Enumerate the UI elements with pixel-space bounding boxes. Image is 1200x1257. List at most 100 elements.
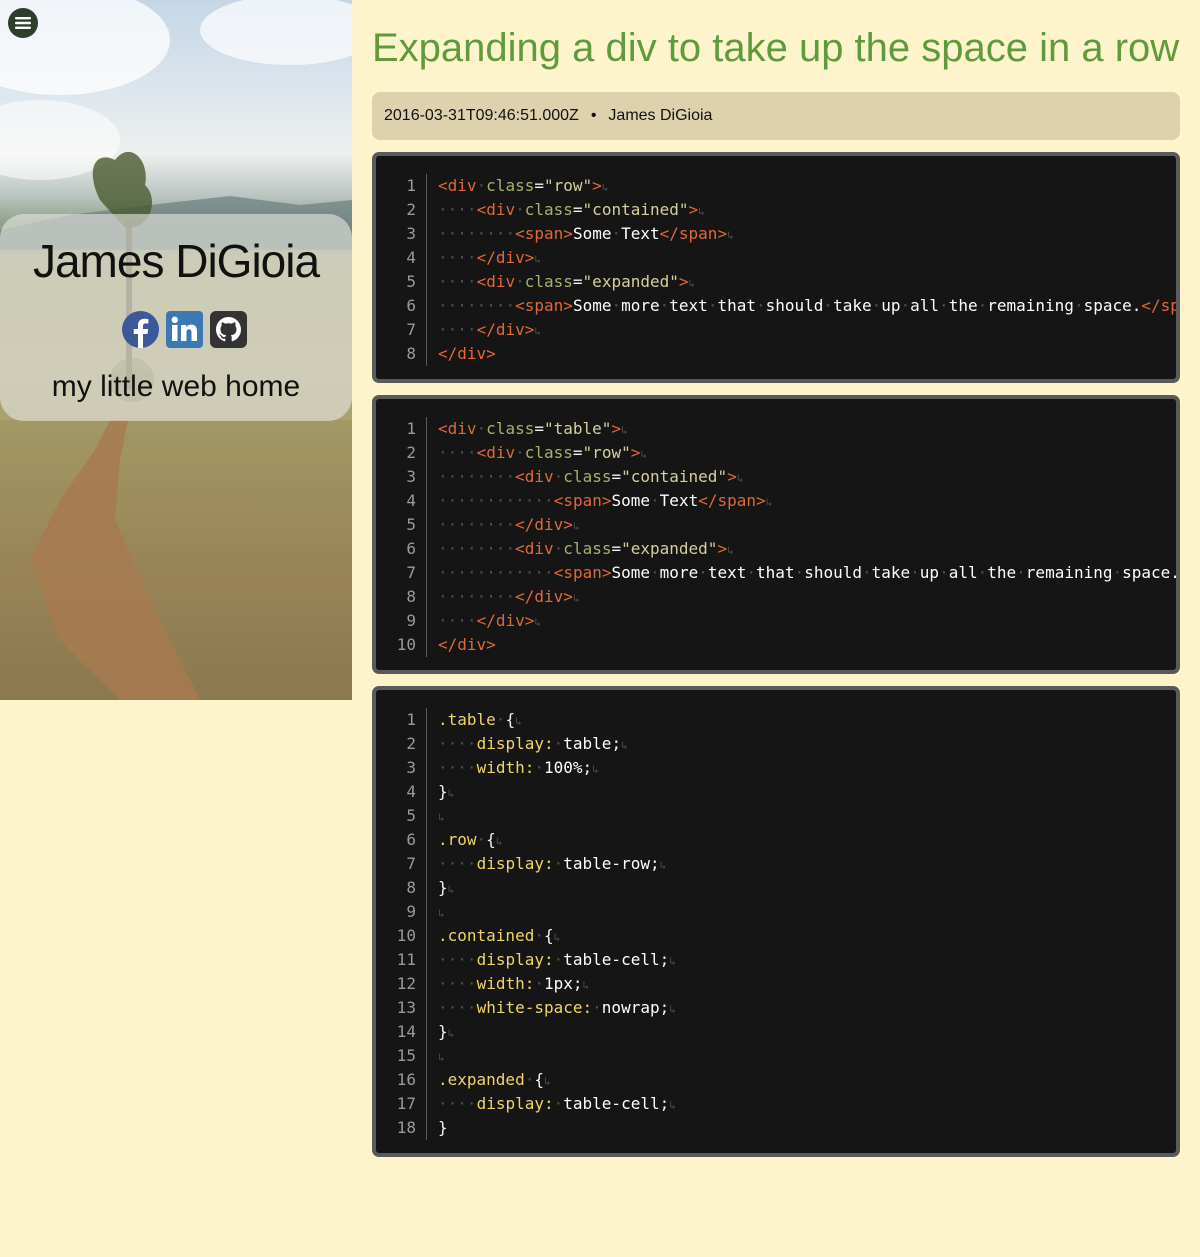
facebook-link[interactable] — [122, 311, 159, 348]
line-number: 10 — [376, 924, 427, 948]
github-icon — [210, 311, 247, 348]
post-meta: 2016-03-31T09:46:51.000Z • James DiGioia — [372, 92, 1180, 140]
code-line: 7 ····</div>↳ — [376, 318, 1176, 342]
line-number: 1 — [376, 417, 427, 441]
code-text: ········<div·class="expanded">↳ — [438, 539, 734, 558]
code-text: </div> — [438, 344, 496, 363]
code-line: 6 ········<span>Some·more·text·that·shoul… — [376, 294, 1176, 318]
code-text: ····display:·table-cell;↳ — [438, 950, 676, 969]
code-line: 3 ····width:·100%;↳ — [376, 756, 1176, 780]
code-text: ········</div>↳ — [438, 587, 580, 606]
line-number: 4 — [376, 780, 427, 804]
code-line: 3 ········<span>Some·Text</span>↳ — [376, 222, 1176, 246]
code-line: 2 ····<div·class="row">↳ — [376, 441, 1176, 465]
code-line: 2 ····<div·class="contained">↳ — [376, 198, 1176, 222]
line-number: 2 — [376, 198, 427, 222]
code-line: 5 ········</div>↳ — [376, 513, 1176, 537]
line-number: 12 — [376, 972, 427, 996]
github-link[interactable] — [210, 311, 247, 348]
post-title: Expanding a div to take up the space in … — [372, 26, 1180, 70]
code-line: 2 ····display:·table;↳ — [376, 732, 1176, 756]
code-text: } — [438, 1118, 448, 1137]
code-line: 4 ············<span>Some·Text</span>↳ — [376, 489, 1176, 513]
code-line: 3 ········<div·class="contained">↳ — [376, 465, 1176, 489]
line-number: 13 — [376, 996, 427, 1020]
code-text: <div·class="row">↳ — [438, 176, 609, 195]
line-number: 6 — [376, 828, 427, 852]
code-blocks: 1 <div·class="row">↳ 2 ····<div·class="cont… — [372, 152, 1180, 1157]
code-line: 5 ↳ — [376, 804, 1176, 828]
line-number: 8 — [376, 876, 427, 900]
line-number: 16 — [376, 1068, 427, 1092]
code-text: </div> — [438, 635, 496, 654]
code-line: 9 ····</div>↳ — [376, 609, 1176, 633]
line-number: 7 — [376, 318, 427, 342]
code-line: 12 ····width:·1px;↳ — [376, 972, 1176, 996]
line-number: 11 — [376, 948, 427, 972]
facebook-icon — [122, 311, 159, 348]
code-text: .table·{↳ — [438, 710, 522, 729]
sidebar: James DiGioia my little web home — [0, 0, 352, 700]
code-block[interactable]: 1 <div·class="row">↳ 2 ····<div·class="cont… — [372, 152, 1180, 383]
code-line: 1 .table·{↳ — [376, 708, 1176, 732]
code-line: 7 ····display:·table-row;↳ — [376, 852, 1176, 876]
code-line: 10 .contained·{↳ — [376, 924, 1176, 948]
code-text: .contained·{↳ — [438, 926, 561, 945]
line-number: 7 — [376, 852, 427, 876]
code-line: 15 ↳ — [376, 1044, 1176, 1068]
linkedin-link[interactable] — [166, 311, 203, 348]
code-text: ····<div·class="contained">↳ — [438, 200, 705, 219]
menu-button[interactable] — [8, 8, 38, 38]
line-number: 8 — [376, 585, 427, 609]
code-line: 1 <div·class="table">↳ — [376, 417, 1176, 441]
code-text: ········<span>Some·Text</span>↳ — [438, 224, 734, 243]
line-number: 9 — [376, 609, 427, 633]
code-text: ········<div·class="contained">↳ — [438, 467, 744, 486]
code-text: ········<span>Some·more·text·that·should… — [438, 296, 1176, 315]
post-author[interactable]: James DiGioia — [608, 107, 712, 125]
code-text: ············<span>Some·more·text·that·sh… — [438, 563, 1176, 582]
code-line: 8}↳ — [376, 876, 1176, 900]
code-text: ↳ — [438, 907, 445, 920]
code-text: .expanded·{↳ — [438, 1070, 551, 1089]
line-number: 18 — [376, 1116, 427, 1140]
code-text: <div·class="table">↳ — [438, 419, 628, 438]
line-number: 6 — [376, 294, 427, 318]
code-text: ····white-space:·nowrap;↳ — [438, 998, 676, 1017]
code-line: 8 </div> — [376, 342, 1176, 366]
line-number: 3 — [376, 756, 427, 780]
code-text: ········</div>↳ — [438, 515, 580, 534]
site-tagline: my little web home — [51, 370, 301, 403]
hamburger-icon — [15, 17, 31, 29]
code-line: 4}↳ — [376, 780, 1176, 804]
code-line: 10 </div> — [376, 633, 1176, 657]
line-number: 10 — [376, 633, 427, 657]
code-text: ····width:·100%;↳ — [438, 758, 599, 777]
code-block[interactable]: 1 .table·{↳ 2 ····display:·table;↳ 3 ····widt… — [372, 686, 1180, 1157]
site-owner-name[interactable]: James DiGioia — [0, 234, 352, 288]
code-line: 16 .expanded·{↳ — [376, 1068, 1176, 1092]
line-number: 14 — [376, 1020, 427, 1044]
line-number: 4 — [376, 489, 427, 513]
line-number: 3 — [376, 465, 427, 489]
linkedin-icon — [166, 311, 203, 348]
code-text: ····</div>↳ — [438, 320, 541, 339]
main-content: Expanding a div to take up the space in … — [372, 0, 1180, 1157]
code-line: 9 ↳ — [376, 900, 1176, 924]
code-text: .row·{↳ — [438, 830, 503, 849]
code-text: ············<span>Some·Text</span>↳ — [438, 491, 773, 510]
line-number: 17 — [376, 1092, 427, 1116]
line-number: 5 — [376, 804, 427, 828]
code-line: 13 ····white-space:·nowrap;↳ — [376, 996, 1176, 1020]
code-text: ····width:·1px;↳ — [438, 974, 590, 993]
line-number: 8 — [376, 342, 427, 366]
line-number: 15 — [376, 1044, 427, 1068]
line-number: 6 — [376, 537, 427, 561]
code-block[interactable]: 1 <div·class="table">↳ 2 ····<div·class="ro… — [372, 395, 1180, 674]
line-number: 4 — [376, 246, 427, 270]
post-timestamp: 2016-03-31T09:46:51.000Z — [384, 107, 579, 124]
code-line: 4 ····</div>↳ — [376, 246, 1176, 270]
line-number: 5 — [376, 513, 427, 537]
code-text: ····display:·table-cell;↳ — [438, 1094, 676, 1113]
meta-separator: • — [590, 107, 597, 124]
